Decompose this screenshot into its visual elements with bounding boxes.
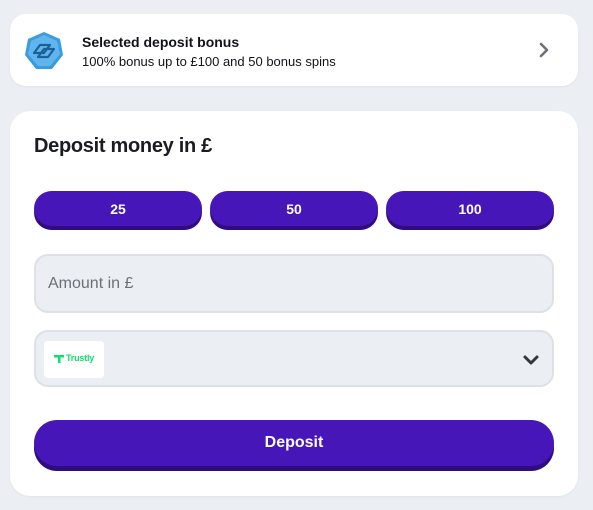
bonus-description: 100% bonus up to £100 and 50 bonus spins bbox=[82, 54, 336, 69]
chevron-down-icon[interactable] bbox=[522, 351, 540, 369]
deposit-title: Deposit money in £ bbox=[34, 135, 212, 157]
chevron-right-icon[interactable] bbox=[534, 40, 554, 60]
amount-input[interactable] bbox=[34, 254, 554, 313]
amount-50-button[interactable]: 50 bbox=[210, 191, 378, 226]
bonus-title: Selected deposit bonus bbox=[82, 34, 240, 50]
bonus-ticket-icon bbox=[24, 31, 64, 71]
selected-bonus-card[interactable]: Selected deposit bonus 100% bonus up to … bbox=[10, 14, 578, 86]
amount-25-button[interactable]: 25 bbox=[34, 191, 202, 226]
trustly-logo: Trustly bbox=[44, 341, 104, 378]
deposit-button[interactable]: Deposit bbox=[34, 420, 554, 466]
trustly-mark-icon bbox=[54, 355, 64, 363]
deposit-card: Deposit money in £ 25 50 100 Trustly Dep… bbox=[10, 111, 578, 496]
amount-100-button[interactable]: 100 bbox=[386, 191, 554, 226]
payment-method-label: Trustly bbox=[66, 353, 95, 363]
payment-method-select[interactable]: Trustly bbox=[34, 330, 554, 387]
